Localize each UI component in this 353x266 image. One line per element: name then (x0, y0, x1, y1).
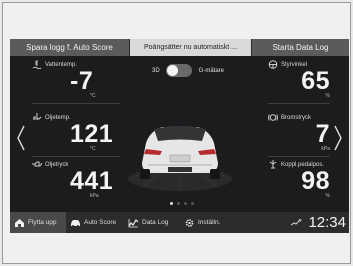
nav-data-log[interactable]: Data Log (124, 212, 180, 233)
gauge-label: Oljetryck (45, 161, 69, 168)
page-dot (191, 202, 194, 205)
signal-icon (291, 219, 302, 226)
page-indicator (170, 202, 198, 205)
gauge-value: 7 (315, 120, 330, 148)
clutch-pedal-icon (269, 160, 277, 169)
toggle-label-g-meter: G-mätare (198, 67, 225, 74)
divider (32, 103, 120, 104)
nav-label: Data Log (142, 219, 169, 226)
gauge-brake-pressure: Bromstryck 7 kPa (268, 113, 330, 152)
page-dot (177, 202, 180, 205)
top-bar: Spara logg f. Auto Score Poängsätter nu … (10, 39, 349, 56)
divider (268, 103, 330, 104)
nav-settings[interactable]: Inställn. (180, 212, 238, 233)
next-page-arrow-icon[interactable] (333, 125, 343, 151)
nav-label: Flytta upp (28, 219, 57, 226)
gauge-label: Bromstryck (281, 114, 311, 121)
gauge-unit: kPa (321, 146, 330, 152)
oil-temp-icon (33, 113, 42, 120)
start-data-log-button[interactable]: Starta Data Log (252, 39, 349, 56)
gauge-value: 65 (301, 67, 330, 95)
clock: 12:34 (308, 214, 346, 231)
gauge-clutch-pedal: Koppl.pedalpos. 98 % (268, 160, 330, 199)
display-screen: Spara logg f. Auto Score Poängsätter nu … (10, 39, 349, 233)
steering-wheel-icon (268, 60, 278, 69)
figure-frame: Spara logg f. Auto Score Poängsätter nu … (2, 2, 351, 264)
status-area: 12:34 (290, 214, 349, 231)
gauge-oil-pressure: Oljetryck 441 kPa (32, 160, 120, 199)
home-icon (15, 218, 24, 227)
oil-can-icon (32, 161, 42, 167)
brake-icon (268, 114, 278, 121)
gauge-value: 121 (70, 120, 114, 148)
page-dot (184, 202, 187, 205)
gauge-value: -7 (70, 67, 94, 95)
divider (32, 156, 120, 157)
gauge-label: Oljetemp. (45, 114, 71, 121)
nav-label: Inställn. (198, 219, 221, 226)
data-log-icon (128, 218, 139, 227)
gauge-value: 441 (70, 167, 114, 195)
view-toggle: 3D G-mätare (152, 64, 224, 77)
previous-page-arrow-icon[interactable] (16, 125, 26, 151)
view-mode-switch[interactable] (165, 64, 192, 77)
gauge-water-temp: Vattentemp. -7 °C (32, 60, 120, 99)
gear-icon (185, 218, 194, 227)
page-dot (170, 202, 173, 205)
nav-label: Auto Score (84, 219, 117, 226)
coolant-temp-icon (32, 60, 42, 69)
gauge-value: 98 (301, 167, 330, 195)
switch-knob (166, 65, 178, 76)
divider (268, 156, 330, 157)
car-icon (71, 219, 80, 227)
car-rear-view-image (128, 126, 232, 191)
gauge-oil-temp: Oljetemp. 121 °C (32, 113, 120, 152)
gauge-steering-angle: Styrvinkel 65 % (268, 60, 330, 99)
status-message: Poängsätter nu automatiskt ... (130, 39, 252, 56)
nav-home[interactable]: Flytta upp (10, 212, 66, 233)
save-log-button[interactable]: Spara logg f. Auto Score (10, 39, 130, 56)
nav-auto-score[interactable]: Auto Score (66, 212, 124, 233)
toggle-label-3d: 3D (152, 67, 160, 74)
bottom-nav: Flytta upp Auto Score Data Log Inställn.… (10, 212, 349, 233)
